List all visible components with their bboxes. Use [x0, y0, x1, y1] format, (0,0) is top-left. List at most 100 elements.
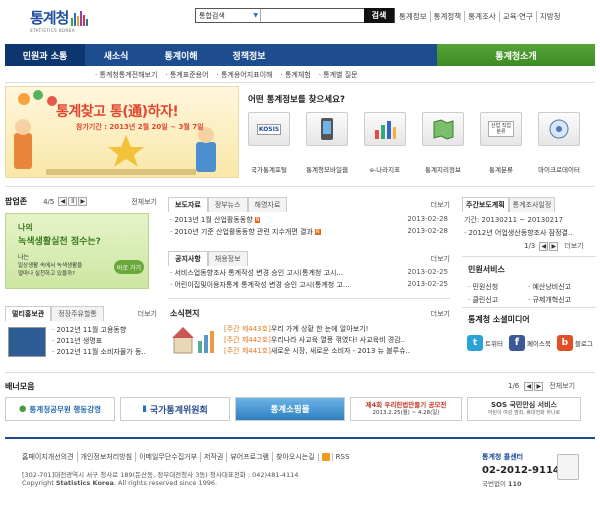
letter-thumbnail[interactable] [170, 323, 218, 357]
mobile-icon [306, 112, 348, 146]
search-scope-select[interactable]: 통합검색 ▼ [196, 9, 261, 22]
twitter-link[interactable]: t 트위터 [467, 335, 503, 351]
popup-view-all[interactable]: 전체보기 [131, 197, 157, 207]
social-title: 통계청 소셜미디어 [468, 315, 530, 324]
event-banner[interactable]: 통계찾고 통(通)하자! 참가기간 : 2013년 2월 20일 ~ 3월 7일 [5, 86, 239, 178]
toplink-regional[interactable]: 지방청 [535, 11, 564, 22]
pause-icon[interactable]: ll [68, 197, 78, 206]
list-item[interactable]: · 어린이집및이용자통계 통계작성 변경 승인 고시(통계청 고... 2013-… [170, 280, 448, 292]
popup-banner[interactable]: 나의 녹색생활실천 점수는? 나는 일상생활 속에서 녹색생활을 얼마나 실천하… [5, 213, 149, 289]
service-kosis[interactable]: KOSIS 국가통계포털 [240, 112, 298, 174]
logo[interactable]: 통계청 STATISTICS KOREA [30, 7, 105, 35]
divider [5, 186, 595, 187]
multimedia-thumbnail[interactable] [8, 327, 46, 357]
letter-more[interactable]: 더보기 [431, 309, 450, 319]
banner-constitution-contest[interactable]: 제4회 우리헌법만들기 공모전 2013.2.25(월) ~ 4.28(일) [350, 397, 462, 421]
bars-icon: ▮ [142, 404, 147, 414]
tab-weekly-plan[interactable]: 주간보도계획 [462, 197, 509, 212]
service-mobile[interactable]: 통계청모바일웹 [298, 112, 356, 174]
list-item[interactable]: [주간 제443호]우리 가계 상황 한 눈에 알아보기! [224, 324, 450, 335]
subnav-item[interactable]: · 통계별 질문 [319, 70, 358, 80]
subnav-item[interactable]: · 통계청통계전해보기 [95, 70, 157, 80]
subnav-item[interactable]: · 통계체험 [281, 70, 311, 80]
prev-icon[interactable]: ◀ [58, 197, 68, 206]
nav-policy-info[interactable]: 정책정보 [215, 44, 283, 66]
banner-period: 참가기간 : 2013년 2월 20일 ~ 3월 7일 [76, 123, 204, 131]
tab-survey-schedule[interactable]: 통계조사일정 [508, 197, 556, 212]
weekly-tabs: 주간보도계획 통계조사일정 [462, 197, 596, 212]
letter-title: 소식편지 [170, 309, 200, 318]
tab-multimedia[interactable]: 멀티홍보관 [5, 306, 52, 321]
service-classification[interactable]: 산업 직업 분류 통계분류 [472, 112, 530, 174]
tab-gov-news[interactable]: 정부뉴스 [207, 197, 248, 212]
toplink-stats-info[interactable]: 통계정보 [396, 11, 430, 22]
popup-pager: 4/5 [43, 197, 55, 206]
nav-about[interactable]: 통계청소개 [437, 44, 595, 66]
news-more[interactable]: 더보기 [431, 200, 450, 210]
nav-news[interactable]: 새소식 [85, 44, 147, 66]
banner-code-of-conduct[interactable]: ● 통계청공무원 행동강령 [5, 397, 115, 421]
tab-clarification[interactable]: 해명자료 [247, 197, 288, 212]
services-heading: 어떤 통계정보를 찾으세요? [248, 93, 345, 105]
subnav-item[interactable]: · 통계표준용어 [165, 70, 208, 80]
services-list: KOSIS 국가통계포털 통계청모바일웹 e-나라지표 통계지리정보 산업 직업… [240, 112, 598, 174]
weekly-pager: 1/3 ◀ ▶ 더보기 [524, 241, 584, 251]
footer-link-copyright[interactable]: 저작권 [200, 452, 226, 462]
letter-list: [주간 제443호]우리 가계 상황 한 눈에 알아보기! [주간 제442호]… [224, 324, 450, 357]
toplink-stats-survey[interactable]: 통계조사 [464, 11, 499, 22]
list-item[interactable]: [주간 제441호]새로운 시장, 새로운 소비자 - 2013 뉴 블루슈.. [224, 346, 450, 357]
logo-title: 통계청 [30, 9, 69, 27]
banner-national-stats-committee[interactable]: ▮ 국가통계위원회 [120, 397, 230, 421]
prev-icon[interactable]: ◀ [524, 381, 534, 391]
weekly-item[interactable]: · 2012년 어업생산동향조사 잠정결.. [464, 228, 572, 238]
footer-link-privacy[interactable]: 개인정보처리방침 [76, 452, 136, 462]
banner-sos-service[interactable]: SOS 국민안심 서비스 어린이 여성 범죄, 휴대전화 하나로 [467, 397, 581, 421]
notice-list: · 서비스업동향조사 통계작성 변경 승인 고시(통계청 고시... 2013-0… [170, 268, 448, 291]
tab-notice[interactable]: 공지사항 [168, 251, 208, 266]
tab-press-release[interactable]: 보도자료 [168, 197, 208, 212]
footer-link-email-policy[interactable]: 이메일무단수집거부 [135, 452, 200, 462]
next-icon[interactable]: ▶ [534, 381, 544, 391]
weekly-more[interactable]: 더보기 [564, 241, 583, 251]
toplink-education[interactable]: 교육·연구 [498, 11, 536, 22]
tab-recruit[interactable]: 채용정보 [207, 251, 248, 266]
civil-apply[interactable]: · 민원신청 [468, 282, 528, 292]
popup-go-button[interactable]: 바로 가기 [114, 260, 144, 274]
chart-icon [364, 112, 406, 146]
list-item[interactable]: · 서비스업동향조사 통계작성 변경 승인 고시(통계청 고시... 2013-0… [170, 268, 448, 280]
subnav-item[interactable]: · 통계용어지표이해 [217, 70, 273, 80]
list-item[interactable]: · 2013년 1월 산업활동동향 N 2013-02-28 [170, 215, 448, 227]
blog-link[interactable]: b 블로그 [556, 335, 593, 351]
classification-icon: 산업 직업 분류 [480, 112, 522, 146]
search-button[interactable]: 검색 [364, 8, 394, 23]
next-icon[interactable]: ▶ [549, 241, 559, 251]
service-microdata[interactable]: 마이크로데이터 [530, 112, 588, 174]
list-item[interactable]: · 2011년 생명표 [52, 336, 158, 347]
toplink-stats-policy[interactable]: 통계정책 [429, 11, 465, 22]
service-e-index[interactable]: e-나라지표 [356, 112, 414, 174]
nav-civil-communication[interactable]: 민원과 소통 [5, 44, 85, 66]
list-item[interactable]: [주간 제442호]우리나라 사교육 열풍 꺾였다! 사교육비 경감.. [224, 335, 450, 346]
prev-icon[interactable]: ◀ [539, 241, 549, 251]
footer-link-directions[interactable]: 찾아오시는길 [272, 452, 318, 462]
facebook-link[interactable]: f 페이스북 [508, 335, 551, 351]
next-icon[interactable]: ▶ [78, 197, 88, 206]
footer-link-rss[interactable]: RSS [317, 453, 356, 461]
multimedia-more[interactable]: 더보기 [138, 309, 157, 319]
list-item[interactable]: · 2012년 11월 소비자물가 동.. [52, 347, 158, 358]
banner-stats-shop[interactable]: 통계소핑몰 [235, 397, 345, 421]
service-geo[interactable]: 통계지리정보 [414, 112, 472, 174]
footer-link-feedback[interactable]: 홈페이지개선의견 [22, 452, 77, 462]
nav-stats-understanding[interactable]: 통계이해 [147, 44, 215, 66]
notice-tabs: 공지사항 채용정보 더보기 [168, 251, 450, 266]
list-item[interactable]: · 2010년 기준 산업활동동향 관련 지수개편 결과 N 2013-02-28 [170, 227, 448, 239]
list-item[interactable]: · 2012년 11월 고용동향 [52, 325, 158, 336]
notice-more[interactable]: 더보기 [431, 254, 450, 264]
civil-regulation-report[interactable]: · 규제개혁신고 [528, 295, 594, 305]
tab-gas-stats[interactable]: 정장주유할통 [51, 306, 104, 321]
civil-waste-report[interactable]: · 예산낭비신고 [528, 282, 594, 292]
search-input[interactable] [261, 9, 364, 22]
banners-view-all[interactable]: 전체보기 [549, 381, 575, 391]
footer-link-viewer[interactable]: 뷰어프로그램 [226, 452, 272, 462]
civil-clean-report[interactable]: · 클린신고 [468, 295, 528, 305]
